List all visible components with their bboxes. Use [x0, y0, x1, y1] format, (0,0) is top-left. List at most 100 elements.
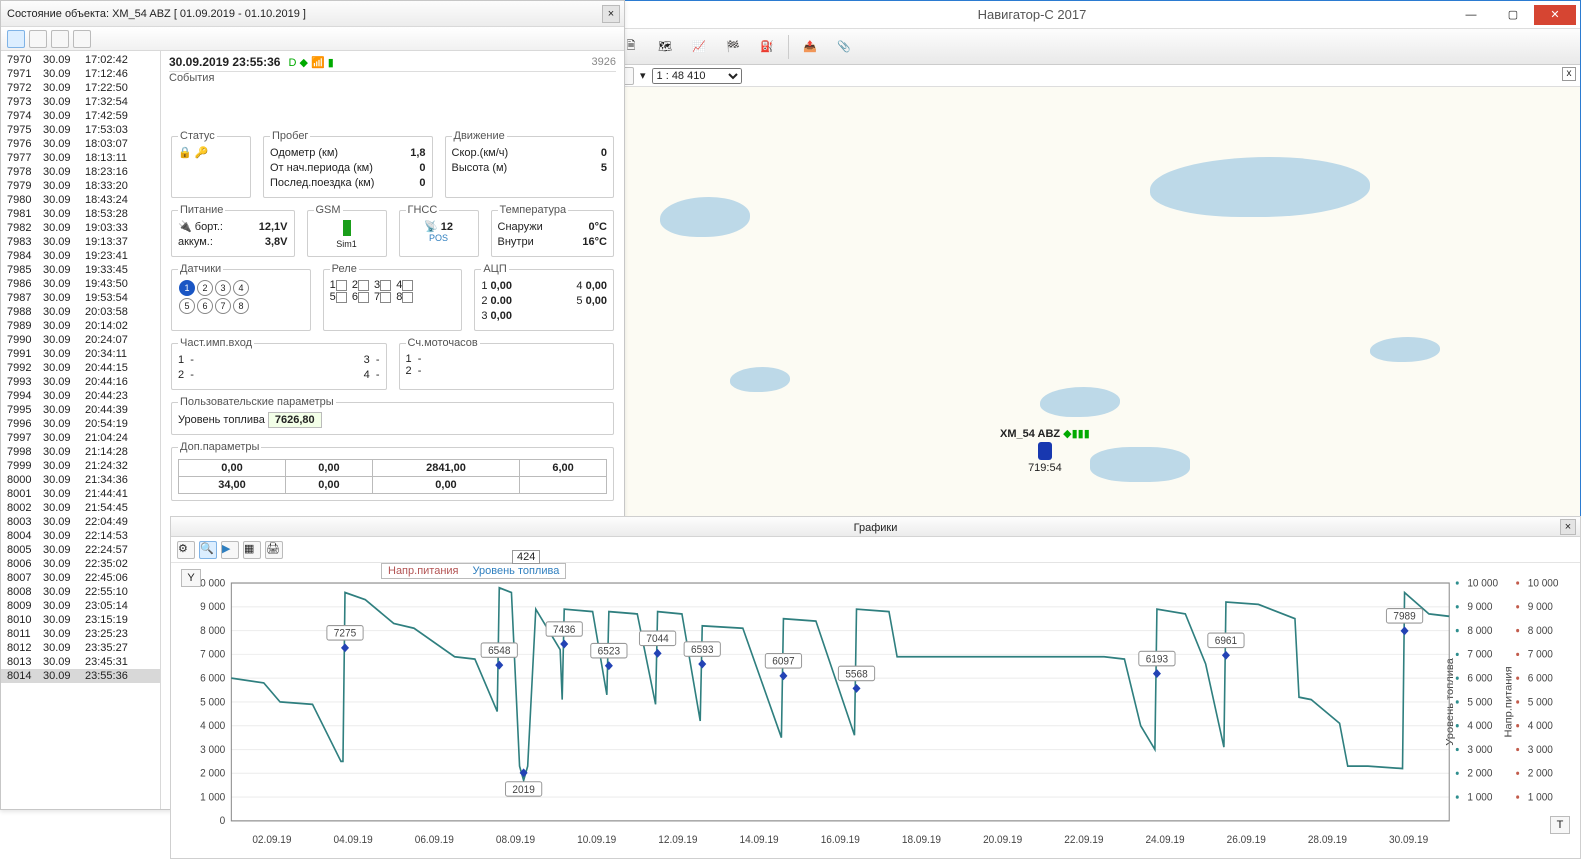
legend-fuel: Уровень топлива: [473, 565, 560, 577]
sensor-1[interactable]: 1: [179, 280, 195, 296]
dialog-titlebar[interactable]: Состояние объекта: XM_54 ABZ [ 01.09.201…: [1, 1, 624, 27]
event-row[interactable]: 798730.0919:53:54: [1, 291, 160, 305]
maximize-button[interactable]: ▢: [1492, 5, 1534, 25]
event-row[interactable]: 800430.0922:14:53: [1, 529, 160, 543]
event-row[interactable]: 797330.0917:32:54: [1, 95, 160, 109]
svg-text:06.09.19: 06.09.19: [415, 834, 454, 847]
chart-zoom-icon[interactable]: 🔍: [199, 541, 217, 559]
minimize-button[interactable]: —: [1450, 5, 1492, 25]
event-row[interactable]: 801430.0923:55:36: [1, 669, 160, 683]
event-row[interactable]: 798230.0919:03:33: [1, 221, 160, 235]
event-row[interactable]: 799630.0920:54:19: [1, 417, 160, 431]
event-row[interactable]: 800130.0921:44:41: [1, 487, 160, 501]
sensor-2[interactable]: 2: [197, 280, 213, 296]
relay-1[interactable]: [336, 280, 347, 291]
event-row[interactable]: 801030.0923:15:19: [1, 613, 160, 627]
view-multi-icon[interactable]: [73, 30, 91, 48]
t-axis-button[interactable]: T: [1550, 816, 1570, 834]
event-row[interactable]: 799230.0920:44:15: [1, 361, 160, 375]
close-button[interactable]: ✕: [1534, 5, 1576, 25]
toolbar-attach-icon[interactable]: 📎: [831, 34, 857, 60]
map-tool-dropdown-icon[interactable]: ▾: [640, 69, 646, 82]
event-row[interactable]: 800330.0922:04:49: [1, 515, 160, 529]
sensor-3[interactable]: 3: [215, 280, 231, 296]
event-row[interactable]: 799930.0921:24:32: [1, 459, 160, 473]
relay-2[interactable]: [358, 280, 369, 291]
scale-select[interactable]: 1 : 48 410: [652, 68, 742, 84]
event-row[interactable]: 801130.0923:25:23: [1, 627, 160, 641]
map-canvas[interactable]: XM_54 ABZ ◆▮▮▮ 719:54: [610, 87, 1580, 517]
toolbar-icon-4[interactable]: 🏁: [720, 34, 746, 60]
event-row[interactable]: 800830.0922:55:10: [1, 585, 160, 599]
map-marker[interactable]: XM_54 ABZ ◆▮▮▮ 719:54: [1000, 427, 1090, 474]
sensor-5[interactable]: 5: [179, 298, 195, 314]
toolbar-icon-2[interactable]: 🗺: [652, 34, 678, 60]
event-row[interactable]: 797530.0917:53:03: [1, 123, 160, 137]
toolbar-icon-3[interactable]: 📈: [686, 34, 712, 60]
event-row[interactable]: 797730.0918:13:11: [1, 151, 160, 165]
event-row[interactable]: 800530.0922:24:57: [1, 543, 160, 557]
event-row[interactable]: 799030.0920:24:07: [1, 333, 160, 347]
chart-play-icon[interactable]: ▶: [221, 541, 239, 559]
event-row[interactable]: 799130.0920:34:11: [1, 347, 160, 361]
charts-titlebar[interactable]: Графики ×: [171, 517, 1580, 537]
map-close-icon[interactable]: x: [1562, 67, 1576, 81]
relay-5[interactable]: [336, 292, 347, 303]
event-row[interactable]: 801230.0923:35:27: [1, 641, 160, 655]
event-row[interactable]: 799730.0921:04:24: [1, 431, 160, 445]
event-row[interactable]: 798830.0920:03:58: [1, 305, 160, 319]
relay-8[interactable]: [402, 292, 413, 303]
chart-settings-icon[interactable]: ⚙: [177, 541, 195, 559]
event-row[interactable]: 798130.0918:53:28: [1, 207, 160, 221]
sensor-7[interactable]: 7: [215, 298, 231, 314]
event-row[interactable]: 799330.0920:44:16: [1, 375, 160, 389]
event-row[interactable]: 798530.0919:33:45: [1, 263, 160, 277]
event-row[interactable]: 798030.0918:43:24: [1, 193, 160, 207]
relay-7[interactable]: [380, 292, 391, 303]
view-grid-icon[interactable]: [51, 30, 69, 48]
legend-badge: 424: [512, 550, 540, 564]
event-row[interactable]: 800630.0922:35:02: [1, 557, 160, 571]
view-list-icon[interactable]: [7, 30, 25, 48]
sensor-4[interactable]: 4: [233, 280, 249, 296]
dialog-close-icon[interactable]: ×: [602, 5, 620, 23]
charts-close-icon[interactable]: ×: [1560, 519, 1576, 535]
relay-3[interactable]: [380, 280, 391, 291]
event-row[interactable]: 798430.0919:23:41: [1, 249, 160, 263]
event-row[interactable]: 799830.0921:14:28: [1, 445, 160, 459]
event-row[interactable]: 798330.0919:13:37: [1, 235, 160, 249]
toolbar-export-icon[interactable]: 📤: [797, 34, 823, 60]
event-row[interactable]: 797930.0918:33:20: [1, 179, 160, 193]
y-axis-button[interactable]: Y: [181, 569, 201, 587]
event-row[interactable]: 797230.0917:22:50: [1, 81, 160, 95]
event-row[interactable]: 798930.0920:14:02: [1, 319, 160, 333]
event-row[interactable]: 800230.0921:54:45: [1, 501, 160, 515]
event-row[interactable]: 797130.0917:12:46: [1, 67, 160, 81]
event-row[interactable]: 801330.0923:45:31: [1, 655, 160, 669]
relay-4[interactable]: [402, 280, 413, 291]
sensor-6[interactable]: 6: [197, 298, 213, 314]
extra-params-table: 0,000,002841,006,00 34,000,000,00: [178, 459, 607, 494]
svg-text:5 000: 5 000: [1528, 696, 1553, 709]
event-row[interactable]: 798630.0919:43:50: [1, 277, 160, 291]
svg-text:9 000: 9 000: [200, 601, 225, 614]
chart-print-icon[interactable]: 🖨: [265, 541, 283, 559]
event-row[interactable]: 797630.0918:03:07: [1, 137, 160, 151]
chart-area[interactable]: Y T Напр.питания Уровень топлива 424 01 …: [181, 563, 1570, 852]
event-row[interactable]: 797430.0917:42:59: [1, 109, 160, 123]
toolbar-icon-5[interactable]: ⛽: [754, 34, 780, 60]
chart-table-icon[interactable]: ▦: [243, 541, 261, 559]
sensor-8[interactable]: 8: [233, 298, 249, 314]
event-row[interactable]: 800030.0921:34:36: [1, 473, 160, 487]
event-row[interactable]: 799430.0920:44:23: [1, 389, 160, 403]
svg-text:6593: 6593: [691, 643, 713, 656]
event-row[interactable]: 800930.0923:05:14: [1, 599, 160, 613]
event-row[interactable]: 797030.0917:02:42: [1, 53, 160, 67]
navigator-titlebar[interactable]: Навигатор-С 2017 — ▢ ✕: [610, 1, 1580, 29]
relay-6[interactable]: [358, 292, 369, 303]
event-row[interactable]: 799530.0920:44:39: [1, 403, 160, 417]
event-row[interactable]: 800730.0922:45:06: [1, 571, 160, 585]
event-row[interactable]: 797830.0918:23:16: [1, 165, 160, 179]
view-report-icon[interactable]: [29, 30, 47, 48]
events-list[interactable]: 797030.0917:02:42797130.0917:12:46797230…: [1, 51, 161, 809]
